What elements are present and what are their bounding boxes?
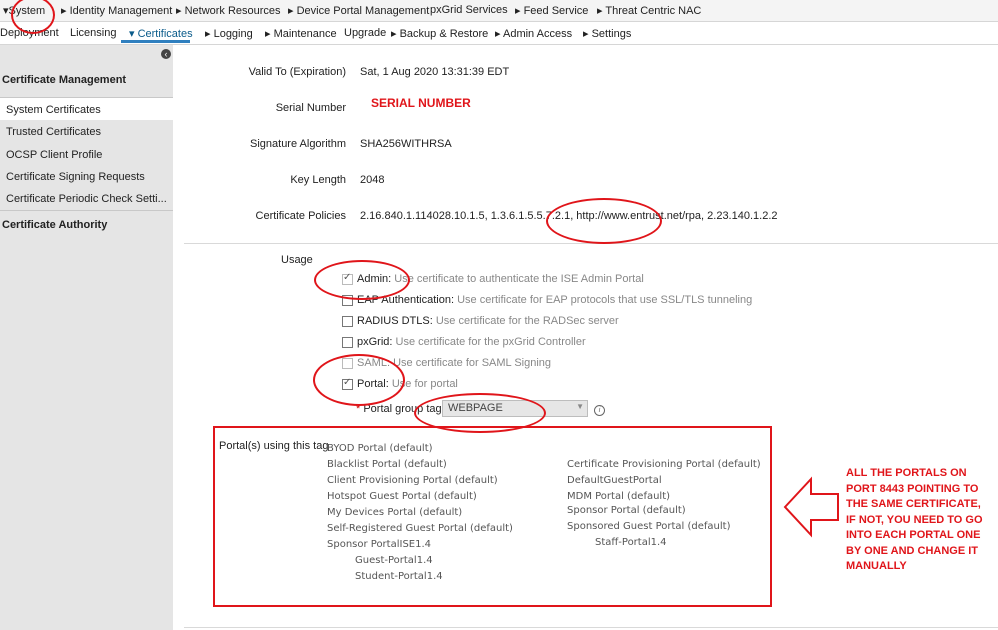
serial-number-label: Serial Number	[275, 102, 346, 114]
radius-option-name: RADIUS DTLS:	[357, 315, 433, 327]
usage-label: Usage	[281, 254, 313, 266]
sidebar-item-trusted-certificates[interactable]: Trusted Certificates	[6, 126, 166, 138]
pxgrid-option-name: pxGrid:	[357, 336, 393, 348]
nav-feed-label: Feed Service	[523, 5, 589, 17]
signature-algorithm-value: SHA256WITHRSA	[360, 138, 452, 150]
left-arrow-icon	[783, 476, 839, 538]
sidebar-item-periodic-check-settings[interactable]: Certificate Periodic Check Setti...	[6, 193, 166, 205]
tab-backup-restore[interactable]: ▸ Backup & Restore	[391, 27, 488, 40]
annotation-note: ALL THE PORTALS ON PORT 8443 POINTING TO…	[846, 467, 983, 572]
portals-highlight-box	[213, 426, 772, 607]
eap-option-desc: Use certificate for EAP protocols that u…	[454, 294, 753, 306]
tab-logging-label: Logging	[213, 28, 253, 40]
tab-settings[interactable]: ▸ Settings	[583, 27, 631, 40]
sidebar-section-certificate-management[interactable]: Certificate Management	[2, 74, 126, 86]
tab-certificates[interactable]: ▾ Certificates	[129, 27, 193, 40]
nav-network-resources[interactable]: ▸ Network Resources	[176, 4, 281, 17]
tab-settings-label: Settings	[591, 28, 632, 40]
tab-maintenance-label: Maintenance	[273, 28, 337, 40]
nav-device-portal-management[interactable]: ▸ Device Portal Management	[288, 4, 429, 17]
nav-pxgrid-services[interactable]: pxGrid Services	[430, 4, 508, 16]
tab-maintenance[interactable]: ▸ Maintenance	[265, 27, 337, 40]
nav-pxgrid-label: pxGrid Services	[430, 4, 508, 16]
bottom-divider	[184, 627, 998, 628]
tab-licensing[interactable]: Licensing	[70, 27, 116, 39]
nav-network-label: Network Resources	[184, 5, 281, 17]
info-icon[interactable]: i	[594, 405, 605, 416]
sidebar-section-certificate-authority[interactable]: Certificate Authority	[2, 219, 107, 231]
tab-admin-access[interactable]: ▸ Admin Access	[495, 27, 572, 40]
pxgrid-option-desc: Use certificate for the pxGrid Controlle…	[392, 336, 586, 348]
nav-device-portal-label: Device Portal Management	[296, 5, 430, 17]
nav-identity-label: Identity Management	[69, 5, 173, 17]
tab-admin-label: Admin Access	[502, 28, 573, 40]
saml-option-desc: Use certificate for SAML Signing	[390, 357, 552, 369]
url-highlight-ellipse	[546, 198, 662, 244]
key-length-label: Key Length	[290, 174, 346, 186]
key-length-value: 2048	[360, 174, 385, 186]
nav-identity-management[interactable]: ▸ Identity Management	[61, 4, 172, 17]
tab-licensing-label: Licensing	[70, 27, 117, 39]
tab-certificates-label: Certificates	[137, 28, 193, 40]
collapse-sidebar-icon[interactable]: ‹	[161, 49, 171, 59]
sidebar-item-system-certificates[interactable]: System Certificates	[6, 104, 166, 116]
sidebar-item-certificate-signing-requests[interactable]: Certificate Signing Requests	[6, 171, 166, 183]
valid-to-value: Sat, 1 Aug 2020 13:31:39 EDT	[360, 66, 510, 78]
certificate-policies-label: Certificate Policies	[255, 210, 346, 222]
portal-highlight-ellipse	[313, 354, 405, 406]
nav-threat-centric-nac[interactable]: ▸ Threat Centric NAC	[597, 4, 701, 17]
nav-feed-service[interactable]: ▸ Feed Service	[515, 4, 588, 17]
radius-option-desc: Use certificate for the RADSec server	[432, 315, 619, 327]
tab-upgrade-label: Upgrade	[344, 27, 387, 39]
sidebar-item-ocsp-client-profile[interactable]: OCSP Client Profile	[6, 149, 166, 161]
eap-option: EAP Authentication: Use certificate for …	[357, 294, 752, 306]
admin-highlight-ellipse	[314, 260, 410, 300]
radius-dtls-checkbox[interactable]	[342, 316, 353, 327]
portal-tag-highlight-ellipse	[414, 393, 546, 433]
valid-to-label: Valid To (Expiration)	[248, 66, 346, 78]
top-navigation: ▾System ▸ Identity Management ▸ Network …	[0, 0, 998, 22]
pxgrid-checkbox[interactable]	[342, 337, 353, 348]
active-tab-indicator	[121, 40, 190, 43]
nav-threat-label: Threat Centric NAC	[605, 5, 702, 17]
admin-option-desc: Use certificate to authenticate the ISE …	[391, 273, 644, 285]
tab-logging[interactable]: ▸ Logging	[205, 27, 253, 40]
radius-option: RADIUS DTLS: Use certificate for the RAD…	[357, 315, 619, 327]
tab-backup-label: Backup & Restore	[399, 28, 489, 40]
serial-number-value: SERIAL NUMBER	[371, 96, 471, 110]
signature-algorithm-label: Signature Algorithm	[250, 138, 346, 150]
sidebar-divider	[0, 210, 173, 211]
chevron-down-icon: ▼	[576, 402, 584, 411]
pxgrid-option: pxGrid: Use certificate for the pxGrid C…	[357, 336, 586, 348]
tab-upgrade[interactable]: Upgrade	[344, 27, 386, 39]
